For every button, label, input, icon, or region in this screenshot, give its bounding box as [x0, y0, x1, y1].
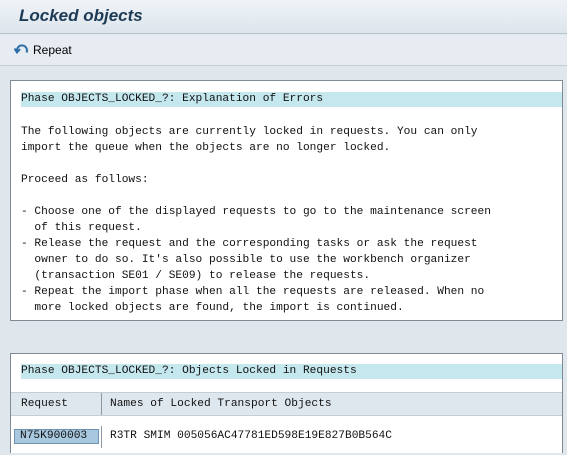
- error-text-line: - Repeat the import phase when all the r…: [21, 286, 485, 298]
- repeat-label: Repeat: [33, 43, 72, 57]
- error-text-line: (transaction SE01 / SE09) to release the…: [21, 270, 371, 282]
- error-text-line: more locked objects are found, the impor…: [21, 302, 404, 314]
- errors-panel: Phase OBJECTS_LOCKED_?: Explanation of E…: [10, 80, 563, 321]
- table-header: Request Names of Locked Transport Object…: [11, 392, 562, 416]
- toolbar: Repeat: [0, 35, 567, 66]
- column-header-objects[interactable]: Names of Locked Transport Objects: [110, 398, 332, 410]
- error-text-line: - Release the request and the correspond…: [21, 238, 478, 250]
- request-id: N75K900003: [20, 430, 88, 442]
- error-text-line: - Choose one of the displayed requests t…: [21, 206, 491, 218]
- table-row[interactable]: N75K900003 R3TR SMIM 005056AC47781ED598E…: [11, 426, 562, 448]
- request-cell[interactable]: N75K900003: [14, 429, 99, 444]
- column-divider: [101, 393, 102, 415]
- objects-panel: Phase OBJECTS_LOCKED_?: Objects Locked i…: [10, 353, 563, 453]
- column-divider: [101, 426, 102, 448]
- title-bar: Locked objects: [0, 0, 567, 34]
- error-text-line: of this request.: [21, 222, 142, 234]
- repeat-icon: [13, 41, 30, 60]
- objects-panel-header: Phase OBJECTS_LOCKED_?: Objects Locked i…: [21, 365, 357, 377]
- page-title: Locked objects: [19, 6, 143, 25]
- locked-object-name: R3TR SMIM 005056AC47781ED598E19E827B0B56…: [110, 430, 392, 442]
- error-text-line: owner to do so. It's also possible to us…: [21, 254, 471, 266]
- column-header-request[interactable]: Request: [21, 398, 68, 410]
- error-text-line: Proceed as follows:: [21, 174, 149, 186]
- errors-panel-header: Phase OBJECTS_LOCKED_?: Explanation of E…: [21, 93, 324, 105]
- repeat-button[interactable]: Repeat: [13, 40, 72, 60]
- error-text-line: The following objects are currently lock…: [21, 126, 478, 138]
- error-text-line: import the queue when the objects are no…: [21, 142, 391, 154]
